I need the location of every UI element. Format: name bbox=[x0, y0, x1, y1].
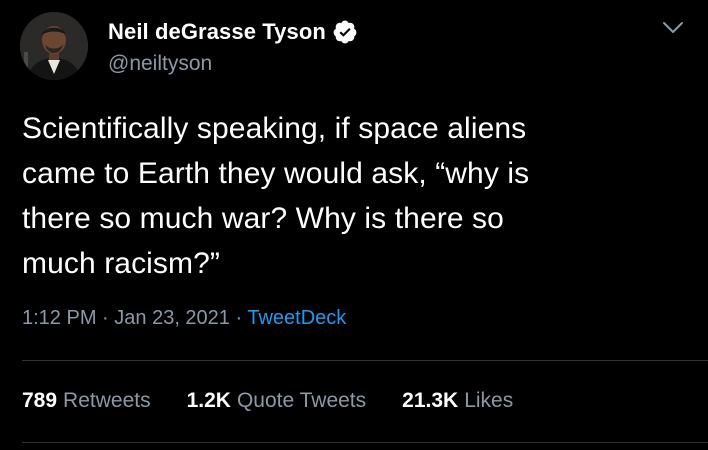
tweet-date[interactable]: Jan 23, 2021 bbox=[114, 307, 230, 329]
likes-count: 21.3K bbox=[402, 389, 459, 412]
divider bbox=[22, 442, 708, 443]
tweet-time[interactable]: 1:12 PM bbox=[22, 307, 96, 329]
quote-tweets-label: Quote Tweets bbox=[236, 389, 367, 412]
author-name-row: Neil deGrasse Tyson bbox=[108, 16, 358, 48]
divider bbox=[22, 360, 708, 361]
retweets-label: Retweets bbox=[63, 389, 151, 412]
quote-tweets-stat[interactable]: 1.2K Quote Tweets bbox=[187, 389, 367, 413]
avatar-image bbox=[20, 12, 88, 80]
verified-badge-icon bbox=[332, 19, 358, 45]
avatar[interactable] bbox=[20, 12, 88, 80]
tweet-stats: 789 Retweets 1.2K Quote Tweets 21.3K Likes bbox=[22, 389, 549, 413]
chevron-down-icon[interactable] bbox=[662, 20, 684, 36]
tweet-text: Scientifically speaking, if space aliens… bbox=[22, 112, 530, 280]
tweet-metadata: 1:12 PM · Jan 23, 2021 · TweetDeck bbox=[22, 307, 346, 330]
likes-label: Likes bbox=[464, 389, 514, 412]
tweet: Neil deGrasse Tyson @neiltyson Scientifi… bbox=[0, 0, 708, 450]
quote-tweets-count: 1.2K bbox=[186, 389, 231, 412]
tweet-source-link[interactable]: TweetDeck bbox=[247, 307, 346, 329]
retweets-count: 789 bbox=[22, 389, 58, 412]
meta-separator: · bbox=[235, 307, 248, 329]
author-handle[interactable]: @neiltyson bbox=[108, 52, 212, 76]
display-name[interactable]: Neil deGrasse Tyson bbox=[108, 19, 326, 45]
retweets-stat[interactable]: 789 Retweets bbox=[22, 389, 151, 413]
meta-separator: · bbox=[102, 307, 115, 329]
likes-stat[interactable]: 21.3K Likes bbox=[402, 389, 513, 413]
